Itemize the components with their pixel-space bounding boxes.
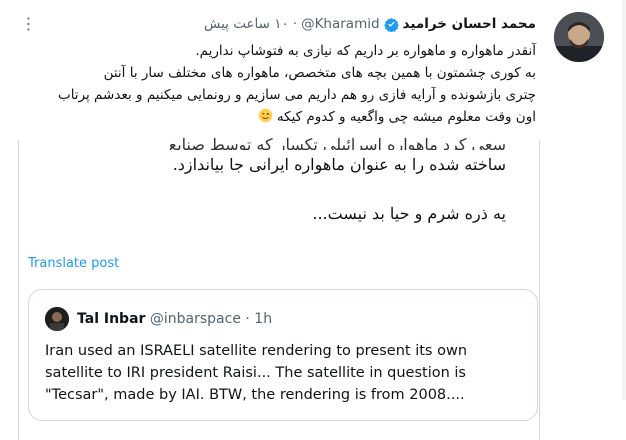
post-text: آنقدر ماهواره و ماهواره بر داریم که نیاز… (16, 40, 536, 128)
quoted-header-separator: · (245, 311, 250, 327)
post-timestamp[interactable]: ۱۰ ساعت پیش (204, 14, 289, 34)
author-display-name[interactable]: محمد احسان خرامید (403, 14, 536, 34)
post-header: محمد احسان خرامید @Kharamid · ۱۰ ساعت پی… (204, 14, 536, 34)
post-text-line: آنقدر ماهواره و ماهواره بر داریم که نیاز… (195, 43, 536, 59)
quoted-post-text: Iran used an ISRAELI satellite rendering… (45, 340, 525, 406)
post-text-line: اون وقت معلوم میشه چی واگعیه و کدوم کیکه (16, 106, 536, 128)
quoted-text-line: satellite to IRI president Raisi... The … (45, 365, 466, 381)
quoted-text-line: "Tecsar", made by IAI. BTW, the renderin… (45, 387, 465, 403)
post-text-line: چتری بازشونده و آرایه فازی رو هم داریم م… (57, 87, 536, 103)
quoted-post-time: 1h (254, 311, 273, 327)
post-text-line-content: اون وقت معلوم میشه چی واگعیه و کدوم کیکه (276, 109, 536, 125)
post-text-line: به کوری چشمتون با همین بچه های متخصص، ما… (103, 65, 536, 81)
post: محمد احسان خرامید @Kharamid · ۱۰ ساعت پی… (0, 0, 626, 440)
verified-badge-icon (383, 17, 399, 32)
media-text-line: ساخته شده را به عنوان ماهواره ایرانی جا … (172, 155, 506, 174)
scrollbar[interactable] (622, 0, 626, 400)
media-text-cut-line: سعی کرد ماهواره اسرائیلی تکسار که توسط ص… (168, 136, 506, 150)
media-text: سعی کرد ماهواره اسرائیلی تکسار که توسط ص… (106, 136, 506, 228)
quoted-author-name[interactable]: Tal Inbar (77, 311, 145, 327)
translate-post-link[interactable]: Translate post (28, 256, 119, 271)
more-options-icon[interactable]: ⋮ (18, 12, 40, 34)
quoted-post-header: Tal Inbar @inbarspace · 1h (77, 310, 272, 328)
winking-face-emoji-icon (258, 108, 272, 123)
quoted-author-handle[interactable]: @inbarspace (150, 311, 241, 327)
quoted-post-card[interactable]: Tal Inbar @inbarspace · 1h Iran used an … (28, 289, 538, 421)
header-separator: · (292, 16, 298, 32)
quoted-author-avatar[interactable] (45, 307, 69, 331)
author-avatar-image (554, 12, 604, 62)
quoted-text-line: Iran used an ISRAELI satellite rendering… (45, 343, 468, 359)
author-handle[interactable]: @Kharamid (301, 14, 379, 34)
author-avatar[interactable] (554, 12, 604, 62)
media-text-line: یه ذره شرم و حیا بد نیست... (312, 204, 506, 223)
quoted-author-avatar-image (45, 307, 69, 331)
